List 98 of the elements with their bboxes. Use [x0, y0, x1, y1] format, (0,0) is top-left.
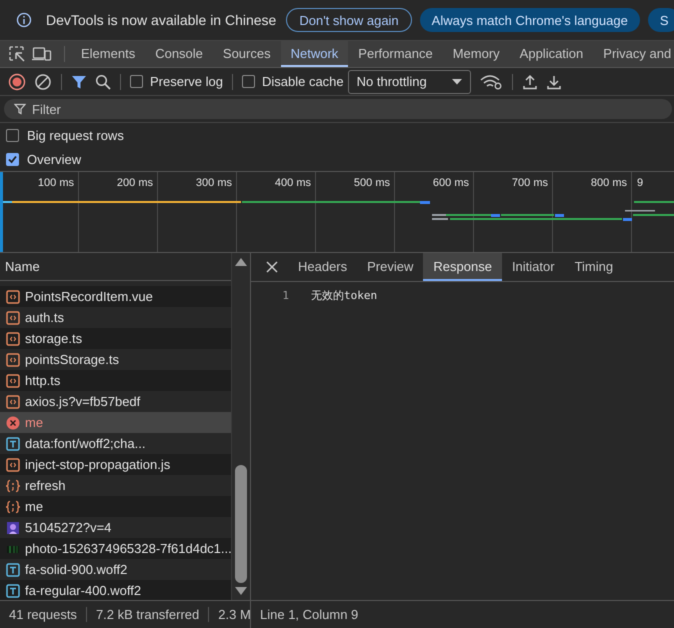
tick-label: 700 ms: [512, 177, 548, 189]
request-name: storage.ts: [25, 331, 82, 346]
panel-tab[interactable]: Elements: [71, 41, 146, 67]
request-name: fa-solid-900.woff2: [25, 562, 128, 577]
font-file-icon: [6, 562, 20, 576]
line-number: 1: [281, 288, 289, 302]
info-icon: [16, 12, 32, 28]
request-name: http.ts: [25, 373, 60, 388]
request-row[interactable]: me: [0, 412, 231, 433]
script-file-icon: [6, 394, 20, 408]
cursor-position: Line 1, Column 9: [259, 607, 358, 622]
panel-tab[interactable]: Network: [280, 41, 348, 67]
detail-tab[interactable]: Initiator: [502, 253, 565, 281]
filter-icon: [14, 103, 26, 115]
request-name: fa-regular-400.woff2: [25, 583, 142, 598]
column-header[interactable]: Name: [5, 259, 40, 274]
request-row[interactable]: PointsRecordItem.vue: [0, 286, 231, 307]
status-text: 7.2 kB transferred: [86, 607, 210, 622]
panel-tab[interactable]: Console: [145, 41, 213, 67]
filter-icon[interactable]: [71, 74, 87, 90]
script-file-icon: [6, 374, 20, 388]
scroll-down-icon[interactable]: [235, 587, 247, 595]
network-conditions-icon[interactable]: [478, 72, 503, 90]
panel-tab[interactable]: Privacy and: [593, 41, 674, 67]
throttling-dropdown[interactable]: No throttling: [348, 70, 471, 94]
download-icon[interactable]: [546, 74, 562, 90]
request-row[interactable]: fa-regular-400.woff2: [0, 580, 231, 600]
range-handle[interactable]: [0, 172, 3, 252]
checkbox-label: Disable cache: [262, 74, 344, 89]
font-file-icon: [6, 584, 20, 598]
detail-tab[interactable]: Preview: [357, 253, 424, 281]
script-file-icon: [6, 290, 20, 304]
checkbox-label: Preserve log: [150, 74, 223, 89]
infobar-button[interactable]: Always match Chrome's language: [420, 8, 640, 32]
request-row[interactable]: storage.ts: [0, 328, 231, 349]
record-stop-icon[interactable]: [8, 72, 26, 90]
request-row[interactable]: me: [0, 496, 231, 517]
caret-icon: [452, 78, 462, 84]
request-row[interactable]: inject-stop-propagation.js: [0, 454, 231, 475]
fetch-request-icon: [6, 478, 20, 492]
request-name: photo-1526374965328-7f61d4dc1...: [25, 541, 231, 556]
request-name: axios.js?v=fb57bedf: [25, 394, 140, 409]
infobar-button[interactable]: S: [648, 8, 674, 32]
request-row[interactable]: http.ts: [0, 370, 231, 391]
clear-icon[interactable]: [34, 72, 52, 90]
tick-label: 100 ms: [38, 177, 74, 189]
tick-label: 500 ms: [354, 177, 390, 189]
scrollbar-thumb[interactable]: [235, 465, 247, 583]
panel-tab[interactable]: Memory: [442, 41, 510, 67]
checkbox[interactable]: [242, 75, 255, 88]
upload-icon[interactable]: [522, 74, 538, 90]
request-name: me: [25, 499, 44, 514]
info-message: DevTools is now available in Chinese: [46, 12, 276, 28]
detail-tab[interactable]: Response: [423, 253, 502, 281]
tick-label: 300 ms: [196, 177, 232, 189]
status-text: 2.3 M: [217, 607, 250, 622]
request-name: data:font/woff2;cha...: [25, 436, 146, 451]
checkbox[interactable]: [6, 128, 19, 142]
tick-label: 200 ms: [116, 177, 153, 189]
script-file-icon: [6, 310, 20, 324]
tick-label: 400 ms: [274, 177, 311, 189]
request-row[interactable]: photo-1526374965328-7f61d4dc1...: [0, 538, 231, 559]
script-file-icon: [6, 352, 20, 366]
search-icon[interactable]: [95, 74, 111, 90]
detail-tab[interactable]: Timing: [564, 253, 624, 281]
response-text: 无效的token: [311, 288, 378, 302]
checkbox-label: Overview: [27, 152, 82, 166]
request-name: me: [25, 415, 44, 430]
filter-field[interactable]: Filter: [4, 99, 672, 119]
fetch-request-icon: [6, 500, 20, 514]
tick-label: 9: [637, 177, 644, 189]
infobar-button[interactable]: Don't show again: [286, 8, 412, 32]
request-name: pointsStorage.ts: [25, 352, 119, 367]
request-name: inject-stop-propagation.js: [25, 457, 170, 472]
device-toolbar-icon[interactable]: [32, 45, 52, 63]
check-icon: [8, 154, 17, 164]
request-name: refresh: [25, 478, 66, 493]
font-file-icon: [6, 436, 20, 450]
inspect-icon[interactable]: [8, 45, 26, 63]
checkbox[interactable]: [6, 152, 19, 166]
script-file-icon: [6, 458, 20, 472]
close-icon[interactable]: [266, 261, 278, 273]
scroll-up-icon[interactable]: [235, 258, 247, 266]
checkbox-label: Big request rows: [27, 128, 124, 142]
panel-tab[interactable]: Performance: [348, 41, 443, 67]
detail-tab[interactable]: Headers: [288, 253, 358, 281]
tick-label: 600 ms: [432, 177, 469, 189]
panel-tab[interactable]: Sources: [212, 41, 281, 67]
avatar-thumbnail-icon: [6, 520, 20, 534]
checkbox[interactable]: [130, 75, 143, 88]
request-name: auth.ts: [25, 310, 64, 325]
panel-tab[interactable]: Application: [510, 41, 594, 67]
tick-label: 800 ms: [590, 177, 627, 189]
request-name: 51045272?v=4: [25, 520, 112, 535]
error-icon: [6, 416, 20, 430]
request-name: PointsRecordItem.vue: [25, 289, 153, 304]
script-file-icon: [6, 332, 20, 346]
status-text: 41 requests: [0, 607, 87, 622]
